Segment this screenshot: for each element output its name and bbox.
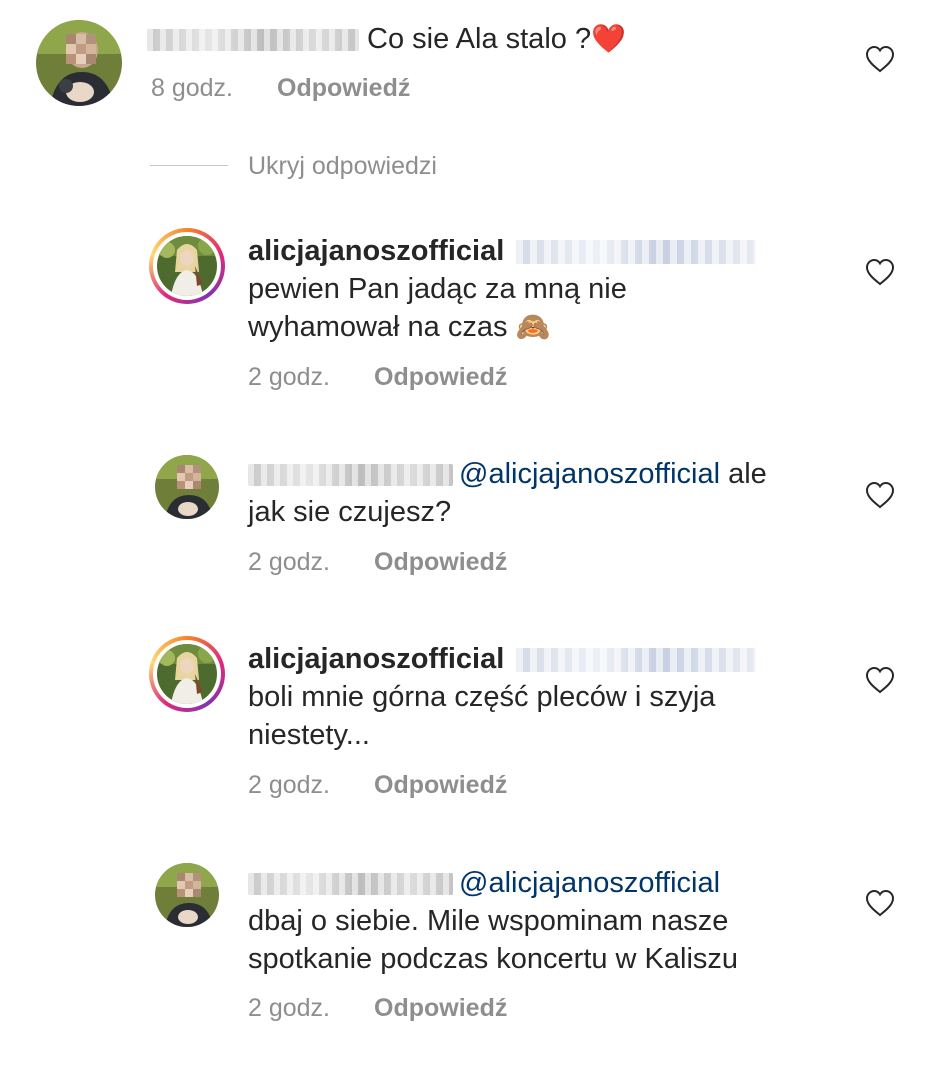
- comment-meta: 2 godz. Odpowiedź: [248, 362, 507, 392]
- comment-text: Co sie Ala stalo ?❤️: [147, 20, 626, 58]
- avatar[interactable]: [36, 20, 122, 106]
- hide-replies-label[interactable]: Ukryj odpowiedzi: [248, 150, 437, 182]
- comment-text-line: pewien Pan jadąc za mną nie: [248, 273, 627, 305]
- comment-username[interactable]: alicjajanoszofficial: [248, 643, 504, 675]
- timestamp: 8 godz.: [151, 74, 234, 102]
- avatar[interactable]: [155, 455, 219, 519]
- comment-text: @alicjajanoszofficial: [248, 864, 720, 902]
- timestamp: 2 godz.: [248, 363, 331, 391]
- avatar: [157, 236, 217, 296]
- comment-text-line: jak sie czujesz?: [248, 496, 452, 528]
- comment-meta: 8 godz. Odpowiedź: [151, 73, 410, 103]
- comment-meta: 2 godz. Odpowiedź: [248, 547, 507, 577]
- avatar-photo: [157, 236, 217, 296]
- mention-link[interactable]: @alicjajanoszofficial: [459, 867, 720, 899]
- comment-text: @alicjajanoszofficial ale: [248, 455, 767, 493]
- avatar-story-ring[interactable]: [149, 228, 225, 304]
- comment-meta: 2 godz. Odpowiedź: [248, 770, 507, 800]
- like-heart-icon[interactable]: [865, 889, 895, 917]
- avatar[interactable]: [155, 863, 219, 927]
- avatar-photo: [157, 644, 217, 704]
- reply-button[interactable]: Odpowiedź: [374, 363, 507, 391]
- comment-text-line: boli mnie górna część pleców i szyja: [248, 681, 716, 713]
- divider-line: [150, 165, 228, 166]
- timestamp: 2 godz.: [248, 994, 331, 1022]
- comment-text-line: niestety...: [248, 719, 370, 751]
- avatar-story-ring[interactable]: [149, 636, 225, 712]
- heart-emoji-icon: ❤️: [591, 23, 626, 54]
- comment-text-line: wyhamował na czas 🙈: [248, 311, 551, 343]
- like-heart-icon[interactable]: [865, 481, 895, 509]
- timestamp: 2 godz.: [248, 548, 331, 576]
- mention-link[interactable]: @alicjajanoszofficial: [459, 458, 720, 490]
- comment-meta: 2 godz. Odpowiedź: [248, 993, 507, 1023]
- avatar-photo: [36, 20, 122, 106]
- reply-button[interactable]: Odpowiedź: [277, 74, 410, 102]
- avatar: [157, 644, 217, 704]
- avatar-photo: [155, 863, 219, 927]
- reply-button[interactable]: Odpowiedź: [374, 548, 507, 576]
- comment-text-line: dbaj o siebie. Mile wspominam nasze: [248, 905, 729, 937]
- like-heart-icon[interactable]: [865, 258, 895, 286]
- comment-text: alicjajanoszofficial: [248, 232, 757, 270]
- comment-text: alicjajanoszofficial: [248, 640, 757, 678]
- reply-button[interactable]: Odpowiedź: [374, 994, 507, 1022]
- like-heart-icon[interactable]: [865, 45, 895, 73]
- see-no-evil-monkey-icon: 🙈: [515, 311, 551, 342]
- like-heart-icon[interactable]: [865, 666, 895, 694]
- blurred-username[interactable]: [248, 464, 453, 487]
- comment-username[interactable]: alicjajanoszofficial: [248, 235, 504, 267]
- blurred-username[interactable]: [248, 873, 453, 896]
- blurred-mention[interactable]: [516, 240, 757, 265]
- blurred-username[interactable]: [147, 29, 359, 52]
- avatar-photo: [155, 455, 219, 519]
- timestamp: 2 godz.: [248, 771, 331, 799]
- reply-button[interactable]: Odpowiedź: [374, 771, 507, 799]
- comment-text-line: spotkanie podczas koncertu w Kaliszu: [248, 943, 739, 975]
- blurred-mention[interactable]: [516, 648, 757, 673]
